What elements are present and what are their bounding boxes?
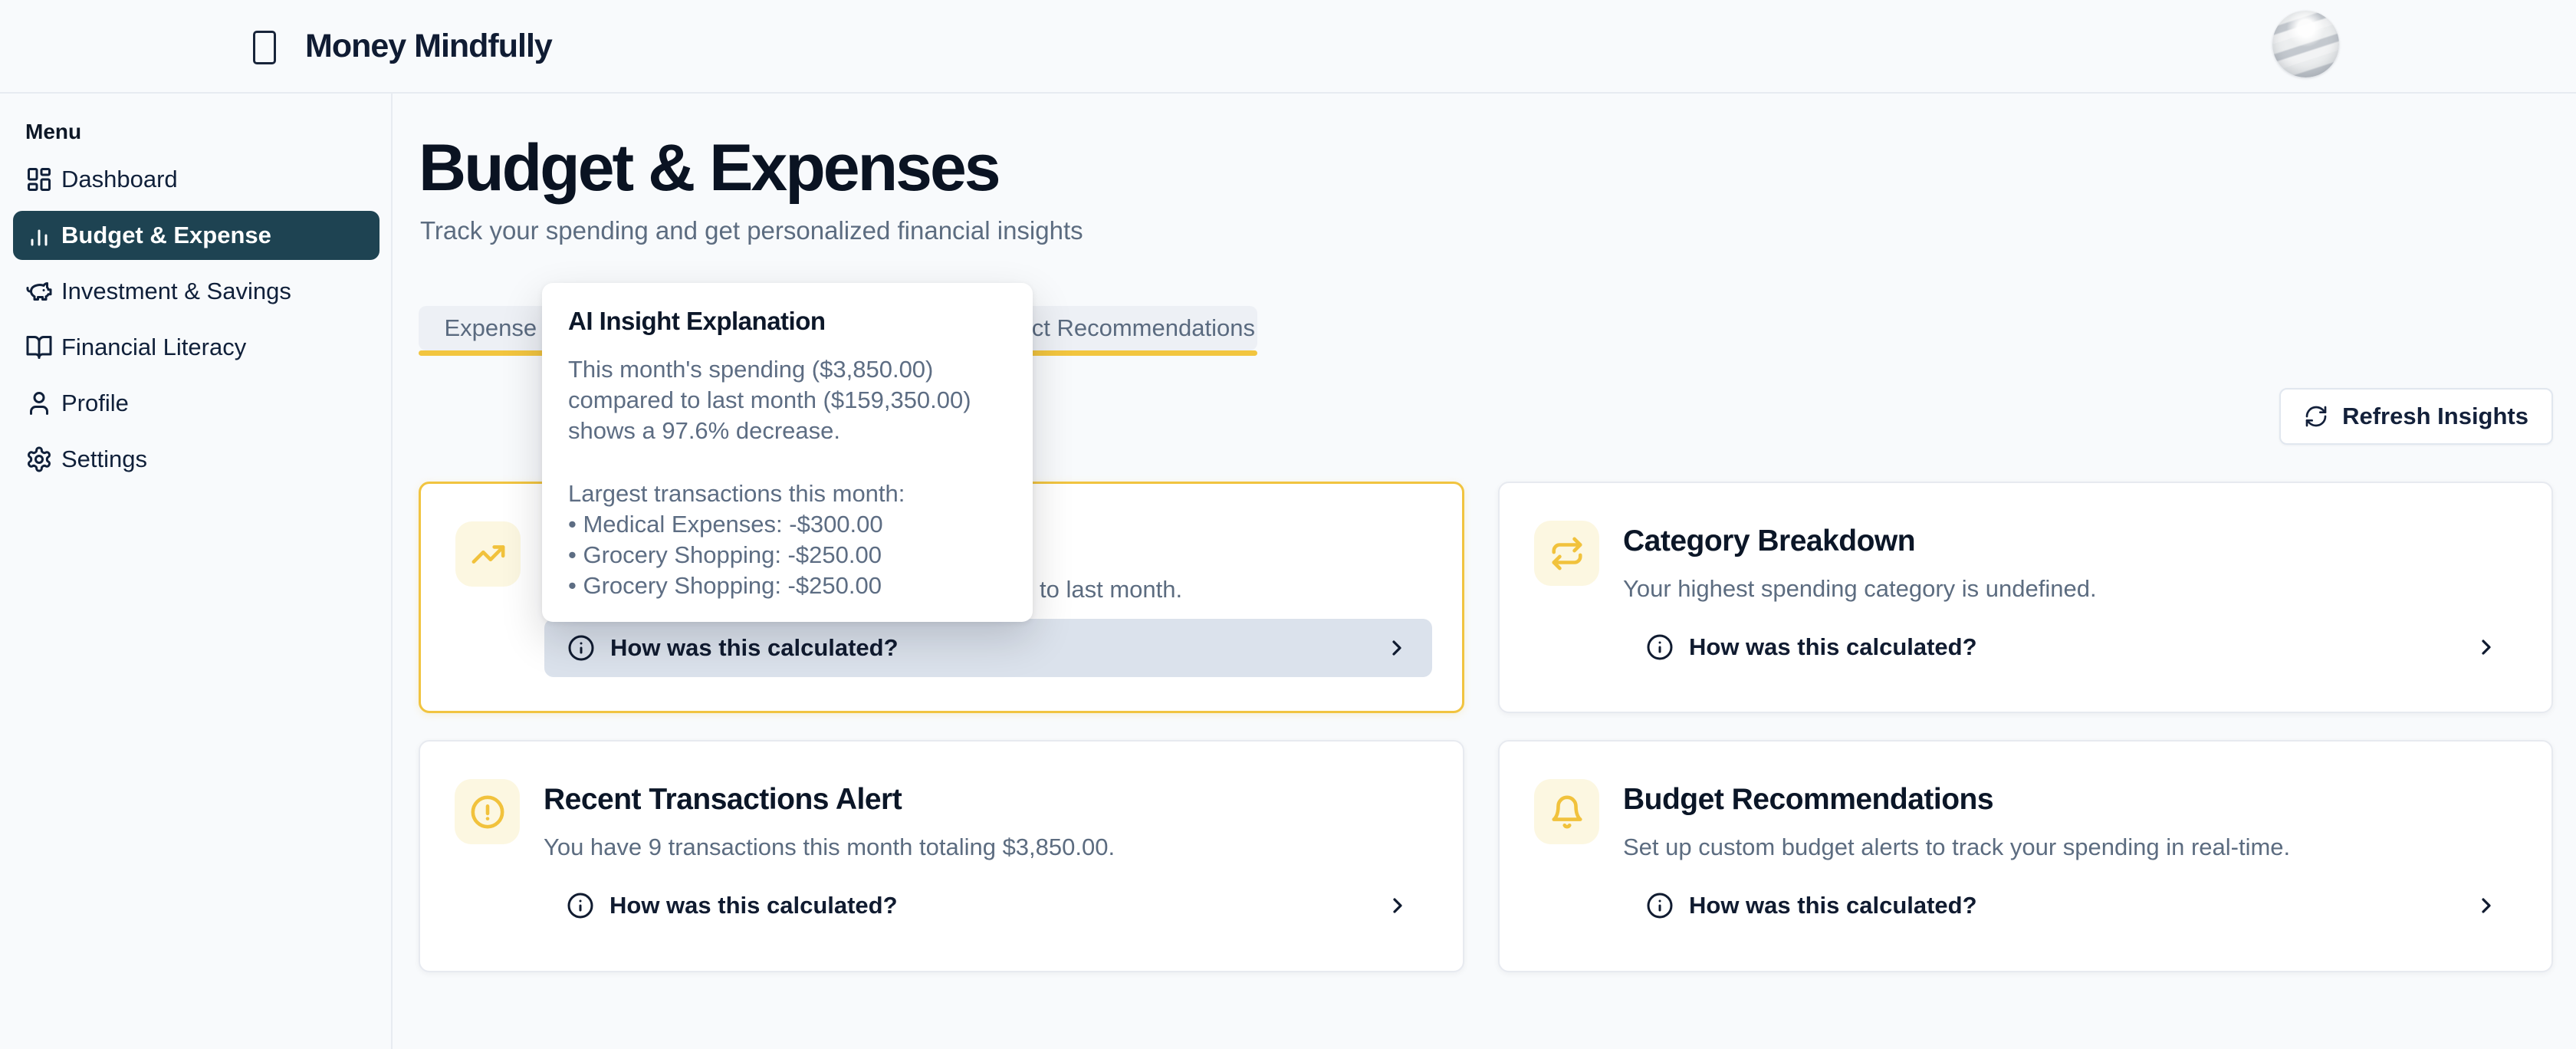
tooltip-body: This month's spending ($3,850.00) compar… [568, 354, 1011, 446]
bar-chart-icon [25, 222, 53, 249]
card-body-fragment: to last month. [1040, 576, 1182, 603]
chevron-right-icon [2474, 893, 2499, 918]
refresh-insights-button[interactable]: Refresh Insights [2279, 388, 2553, 445]
how-calculated-row-budget[interactable]: How was this calculated? [1623, 876, 2522, 935]
sidebar-item-dashboard[interactable]: Dashboard [13, 155, 380, 204]
how-calculated-label: How was this calculated? [610, 892, 898, 919]
sidebar-item-label: Profile [61, 390, 129, 417]
how-calculated-row-category[interactable]: How was this calculated? [1623, 618, 2522, 676]
sidebar-nav: Dashboard Budget & Expense Investment & … [0, 155, 391, 491]
sidebar-item-settings[interactable]: Settings [13, 435, 380, 484]
app-title: Money Mindfully [305, 28, 552, 65]
info-icon [567, 634, 595, 662]
trending-up-icon [455, 521, 521, 587]
header: Money Mindfully [0, 0, 2576, 94]
card-title: Budget Recommendations [1623, 783, 1993, 817]
sidebar-item-label: Financial Literacy [61, 334, 246, 361]
user-avatar[interactable] [2272, 11, 2339, 77]
card-budget-recommendations: Budget Recommendations Set up custom bud… [1498, 740, 2553, 972]
how-calculated-row-spending[interactable]: How was this calculated? [544, 619, 1432, 677]
chevron-right-icon [1385, 636, 1409, 660]
card-recent-transactions: Recent Transactions Alert You have 9 tra… [419, 740, 1464, 972]
gear-icon [25, 446, 53, 473]
ai-insight-tooltip: AI Insight Explanation This month's spen… [542, 283, 1033, 622]
page-subtitle: Track your spending and get personalized… [420, 216, 1083, 245]
how-calculated-row-transactions[interactable]: How was this calculated? [544, 876, 1433, 935]
bell-icon [1534, 779, 1599, 844]
sidebar-item-label: Settings [61, 446, 147, 473]
alert-circle-icon [455, 779, 520, 844]
user-icon [25, 390, 53, 417]
sidebar: Menu Dashboard Budget & Expense [0, 94, 393, 1049]
info-icon [567, 892, 594, 919]
sidebar-item-label: Investment & Savings [61, 278, 291, 305]
card-body: You have 9 transactions this month total… [544, 834, 1115, 861]
card-title: Recent Transactions Alert [544, 783, 902, 817]
refresh-icon [2304, 404, 2328, 429]
page-title: Budget & Expenses [419, 130, 999, 206]
tooltip-bullet: • Medical Expenses: -$300.00 [568, 509, 1007, 540]
refresh-button-label: Refresh Insights [2342, 403, 2528, 430]
sidebar-item-investment-savings[interactable]: Investment & Savings [13, 267, 380, 316]
card-body: Set up custom budget alerts to track you… [1623, 834, 2290, 861]
tooltip-bullet: • Grocery Shopping: -$250.00 [568, 540, 1007, 571]
card-category-breakdown: Category Breakdown Your highest spending… [1498, 482, 2553, 713]
info-icon [1646, 633, 1674, 661]
sidebar-toggle-icon[interactable] [253, 31, 276, 64]
sidebar-menu-label: Menu [25, 120, 81, 144]
repeat-icon [1534, 521, 1599, 586]
info-icon [1646, 892, 1674, 919]
how-calculated-label: How was this calculated? [1689, 892, 1977, 919]
book-open-icon [25, 334, 53, 361]
tooltip-bullet: • Grocery Shopping: -$250.00 [568, 571, 1007, 601]
chevron-right-icon [2474, 635, 2499, 659]
sidebar-item-label: Budget & Expense [61, 222, 271, 249]
chevron-right-icon [1385, 893, 1410, 918]
sidebar-item-label: Dashboard [61, 166, 178, 193]
sidebar-item-profile[interactable]: Profile [13, 379, 380, 428]
how-calculated-label: How was this calculated? [1689, 633, 1977, 661]
card-title: Category Breakdown [1623, 524, 1915, 558]
tooltip-list-intro: Largest transactions this month: [568, 478, 1007, 509]
dashboard-icon [25, 166, 53, 193]
how-calculated-label: How was this calculated? [610, 634, 899, 662]
piggy-bank-icon [25, 278, 53, 305]
tooltip-title: AI Insight Explanation [568, 307, 1007, 336]
sidebar-item-financial-literacy[interactable]: Financial Literacy [13, 323, 380, 372]
card-body: Your highest spending category is undefi… [1623, 575, 2097, 603]
sidebar-item-budget-expense[interactable]: Budget & Expense [13, 211, 380, 260]
